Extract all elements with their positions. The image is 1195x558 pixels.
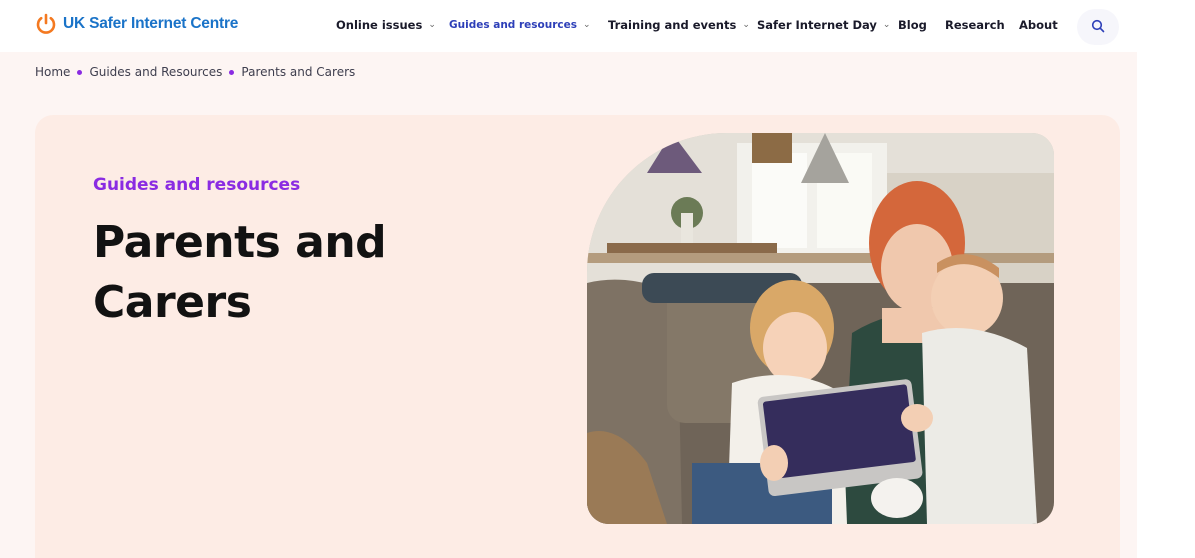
chevron-down-icon: ⌄ xyxy=(882,20,891,30)
site-logo[interactable]: UK Safer Internet Centre xyxy=(35,11,238,37)
nav-online-issues[interactable]: Online issues ⌄ xyxy=(336,15,436,35)
breadcrumb-guides-and-resources[interactable]: Guides and Resources xyxy=(89,65,222,79)
nav-safer-internet-day[interactable]: Safer Internet Day ⌄ xyxy=(757,15,890,35)
page-title: Parents and Carers xyxy=(93,217,387,328)
nav-research[interactable]: Research xyxy=(945,15,1005,35)
site-header: UK Safer Internet Centre Online issues ⌄… xyxy=(0,0,1195,52)
power-icon xyxy=(35,13,57,35)
chevron-down-icon: ⌄ xyxy=(428,20,436,30)
chevron-down-icon: ⌄ xyxy=(742,20,750,30)
nav-label: Research xyxy=(945,18,1005,32)
nav-label: Online issues xyxy=(336,18,423,32)
hero-eyebrow: Guides and resources xyxy=(93,175,301,195)
logo-text: UK Safer Internet Centre xyxy=(63,15,239,32)
nav-label: Training and events xyxy=(608,18,737,32)
search-button[interactable] xyxy=(1077,9,1119,45)
nav-training-and-events[interactable]: Training and events ⌄ xyxy=(608,15,750,35)
search-icon xyxy=(1091,18,1105,37)
nav-about[interactable]: About xyxy=(1019,15,1058,35)
nav-label: About xyxy=(1019,18,1058,32)
page-gutter xyxy=(1137,6,1195,558)
nav-label: Safer Internet Day xyxy=(757,18,877,32)
breadcrumb-current-page: Parents and Carers xyxy=(241,65,356,79)
breadcrumb-separator xyxy=(77,69,83,75)
breadcrumb-home[interactable]: Home xyxy=(35,65,70,79)
nav-label: Blog xyxy=(898,18,927,32)
chevron-down-icon: ⌄ xyxy=(582,20,591,30)
page: UK Safer Internet Centre Online issues ⌄… xyxy=(0,0,1195,558)
nav-guides-and-resources[interactable]: Guides and resources ⌄ xyxy=(449,15,591,35)
nav-label: Guides and resources xyxy=(449,19,577,31)
family-tablet-illustration xyxy=(587,133,1054,524)
hero-photo xyxy=(587,133,1054,524)
hero-banner: Guides and resources Parents and Carers xyxy=(35,115,1120,558)
breadcrumb-separator xyxy=(229,69,235,75)
breadcrumb: Home Guides and Resources Parents and Ca… xyxy=(35,63,355,81)
nav-blog[interactable]: Blog xyxy=(898,15,927,35)
